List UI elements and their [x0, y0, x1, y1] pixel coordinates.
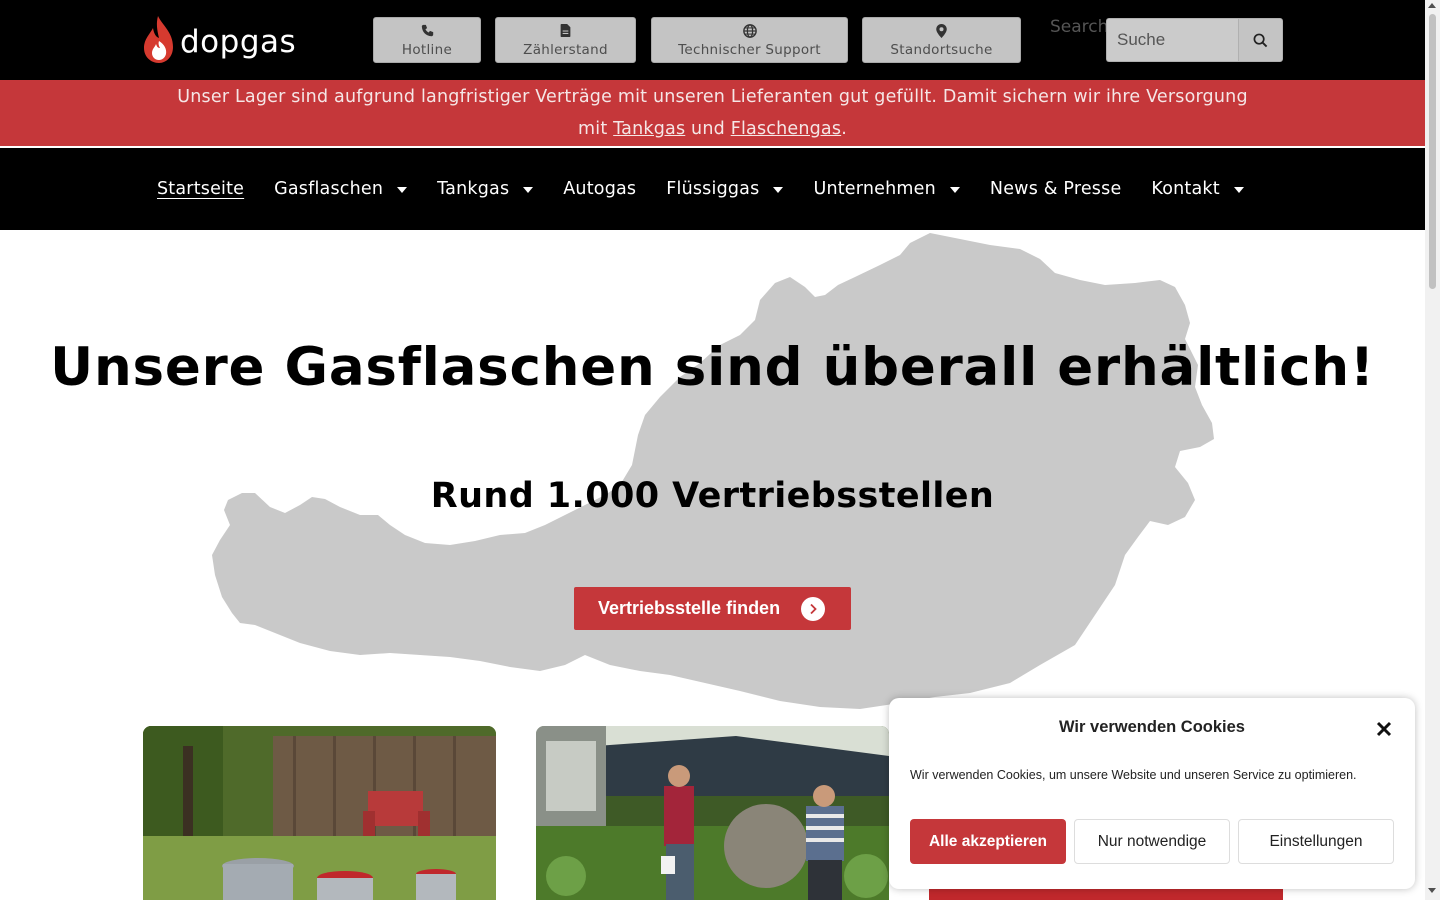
hero-subtitle: Rund 1.000 Vertriebsstellen [430, 476, 995, 516]
caret-down-icon [773, 187, 784, 193]
logo-text: dopgas [180, 24, 297, 60]
hotline-button[interactable]: Hotline [373, 17, 481, 63]
nav-label: Gasflaschen [274, 179, 384, 199]
vertriebsstelle-finden-button[interactable]: Vertriebsstelle finden [574, 587, 851, 630]
cta-label: Vertriebsstelle finden [598, 598, 781, 618]
standortsuche-label: Standortsuche [890, 41, 993, 58]
scroll-up-icon[interactable] [1428, 3, 1436, 8]
scrollbar-thumb[interactable] [1429, 14, 1436, 289]
nav-item-kontakt[interactable]: Kontakt [1151, 179, 1244, 199]
search-label: Search [1050, 17, 1109, 37]
standortsuche-button[interactable]: Standortsuche [862, 17, 1021, 63]
nav-item-tankgas[interactable]: Tankgas [437, 179, 534, 199]
notice-text-between: und [685, 119, 731, 139]
location-pin-icon [934, 23, 950, 39]
nav-item-fluessiggas[interactable]: Flüssiggas [666, 179, 784, 199]
nav-item-news-presse[interactable]: News & Presse [990, 179, 1121, 199]
document-icon [558, 23, 574, 39]
search-icon [1253, 33, 1268, 47]
hero-title: Unsere Gasflaschen sind überall erhältli… [50, 337, 1375, 398]
nav-item-unternehmen[interactable]: Unternehmen [813, 179, 960, 199]
caret-down-icon [949, 187, 960, 193]
technischer-support-label: Technischer Support [678, 41, 821, 58]
nav-label: Flüssiggas [666, 179, 760, 199]
nav-item-autogas[interactable]: Autogas [563, 179, 636, 199]
scroll-down-icon[interactable] [1428, 888, 1436, 893]
cookie-consent-dialog: Wir verwenden Cookies Wir verwenden Cook… [889, 698, 1415, 889]
flame-logo-icon [144, 16, 173, 63]
nav-label: Kontakt [1151, 179, 1220, 199]
austria-map [212, 233, 1214, 709]
caret-down-icon [397, 187, 408, 193]
necessary-only-button[interactable]: Nur notwendige [1074, 819, 1230, 864]
caret-down-icon [523, 187, 534, 193]
flaschengas-link[interactable]: Flaschengas [731, 119, 842, 139]
nav-label: Tankgas [437, 179, 510, 199]
cookie-settings-button[interactable]: Einstellungen [1238, 819, 1394, 864]
dopgas-logo[interactable]: dopgas [142, 15, 296, 65]
accept-all-button[interactable]: Alle akzeptieren [910, 819, 1066, 864]
search-button[interactable] [1238, 18, 1283, 62]
nav-label: Startseite [157, 179, 245, 199]
nav-item-startseite[interactable]: Startseite [157, 179, 244, 199]
chevron-right-circle-icon [801, 596, 826, 621]
nav-label: Unternehmen [813, 179, 936, 199]
zaehlerstand-button[interactable]: Zählerstand [495, 17, 636, 63]
nav-label: Autogas [563, 179, 637, 199]
nav-label: News & Presse [989, 179, 1122, 199]
search-form [1106, 18, 1283, 62]
technischer-support-button[interactable]: Technischer Support [651, 17, 848, 63]
garden-tank-men-image [536, 726, 889, 900]
hotline-label: Hotline [401, 41, 453, 58]
card-image-gasflaschen[interactable] [143, 726, 496, 900]
card-image-tankgas[interactable] [536, 726, 889, 900]
globe-icon [742, 23, 758, 39]
notice-banner: Unser Lager sind aufgrund langfristiger … [0, 80, 1425, 146]
top-bar: dopgas Hotline Zählerstand Technischer S… [0, 0, 1425, 80]
notice-text-end: . [841, 119, 847, 139]
tankgas-link[interactable]: Tankgas [613, 119, 685, 139]
search-input[interactable] [1106, 18, 1238, 62]
zaehlerstand-label: Zählerstand [523, 41, 608, 58]
page-scrollbar[interactable] [1425, 0, 1440, 900]
close-icon[interactable] [1375, 720, 1393, 738]
cookie-text: Wir verwenden Cookies, um unsere Website… [910, 768, 1357, 782]
phone-icon [419, 23, 435, 39]
caret-down-icon [1233, 187, 1244, 193]
nav-item-gasflaschen[interactable]: Gasflaschen [274, 179, 408, 199]
garden-gas-cylinders-image [143, 726, 496, 900]
cookie-title: Wir verwenden Cookies [1059, 718, 1245, 736]
main-nav: Startseite Gasflaschen Tankgas Autogas F… [0, 148, 1425, 230]
